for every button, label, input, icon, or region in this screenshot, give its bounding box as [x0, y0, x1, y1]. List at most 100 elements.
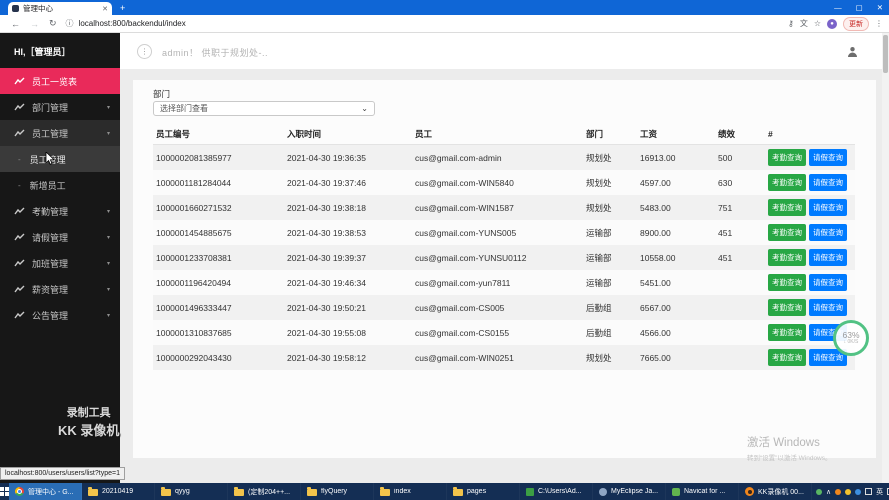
cell-salary: 4597.00 [640, 177, 671, 188]
taskbar-item-navicat[interactable]: Navicat for ... [666, 483, 739, 500]
refresh-icon[interactable]: ↻ [49, 18, 57, 29]
attendance-query-button[interactable]: 考勤查询 [768, 174, 806, 191]
sidebar-item-leave-mgmt[interactable]: 请假管理 ▾ [0, 224, 120, 250]
password-key-icon[interactable]: ⚷ [788, 19, 794, 28]
sidebar-item-dept-mgmt[interactable]: 部门管理 ▾ [0, 94, 120, 120]
department-select[interactable]: 选择部门查看 ⌄ [153, 101, 375, 116]
url-text: localhost:800/backendul/index [78, 19, 186, 28]
attendance-query-button[interactable]: 考勤查询 [768, 349, 806, 366]
taskbar-item-editor-users[interactable]: C:\Users\Ad... [520, 483, 593, 500]
taskbar-item-label: 20210419 [102, 488, 134, 495]
taskbar-item-folder-index[interactable]: index [374, 483, 447, 500]
chevron-down-icon: ▾ [106, 234, 110, 241]
translate-icon[interactable]: 文 [800, 18, 808, 29]
minimize-button[interactable]: — [834, 3, 842, 12]
chrome-update-button[interactable]: 更新 [843, 16, 869, 31]
cell-time: 2021-04-30 19:58:12 [287, 352, 366, 363]
attendance-query-button[interactable]: 考勤查询 [768, 199, 806, 216]
tab-close-icon[interactable]: ✕ [102, 5, 108, 13]
scrollbar-track[interactable] [882, 33, 889, 483]
cell-employee: cus@gmail.com-WIN0251 [415, 352, 514, 363]
cell-employee: cus@gmail.com-admin [415, 152, 502, 163]
language-indicator[interactable]: 英 [876, 487, 883, 497]
user-person-icon[interactable] [847, 44, 858, 62]
taskbar-item-chrome[interactable]: 管理中心 - G... [9, 483, 82, 500]
taskbar-item-myeclipse[interactable]: MyEclipse Ja... [593, 483, 666, 500]
sidebar-item-overtime-mgmt[interactable]: 加班管理 ▾ [0, 250, 120, 276]
line-chart-icon [14, 285, 25, 294]
sidebar-item-notice-mgmt[interactable]: 公告管理 ▾ [0, 302, 120, 328]
attendance-query-button[interactable]: 考勤查询 [768, 249, 806, 266]
back-icon[interactable]: ← [11, 19, 20, 29]
column-header: 员工 [412, 124, 583, 145]
attendance-query-button[interactable]: 考勤查询 [768, 299, 806, 316]
employee-table: 员工编号 入职时间 员工 部门 工资 绩效 # 1000002081385977 2021-0… [153, 124, 855, 370]
tray-chevron-up-icon[interactable]: ∧ [826, 488, 831, 496]
url-bar[interactable]: ⓘ localhost:800/backendul/index [66, 18, 788, 29]
download-speed-badge[interactable]: 63% ↓ 0K/S [833, 320, 869, 356]
battery-icon[interactable] [816, 488, 822, 495]
leave-query-button[interactable]: 请假查询 [809, 224, 847, 241]
chrome-menu-icon[interactable]: ⋮ [875, 19, 883, 28]
sidebar-item-employee-list[interactable]: 员工一览表 [0, 68, 120, 94]
attendance-query-button[interactable]: 考勤查询 [768, 224, 806, 241]
cell-employee: cus@gmail.com-CS0155 [415, 327, 510, 338]
taskbar-item-folder-flyquery[interactable]: flyQuery [301, 483, 374, 500]
chevron-down-icon: ▾ [106, 260, 110, 267]
kk-tray-icon[interactable] [835, 488, 842, 495]
line-chart-icon [14, 77, 25, 86]
sidebar-item-label: 请假管理 [32, 232, 69, 243]
profile-avatar[interactable]: ● [827, 18, 837, 29]
forward-icon: → [30, 18, 39, 29]
table-row: 1000002081385977 2021-04-30 19:36:35 cus@g… [153, 144, 855, 170]
column-header: 入职时间 [284, 124, 412, 145]
leave-query-button[interactable]: 请假查询 [809, 199, 847, 216]
leave-query-button[interactable]: 请假查询 [809, 299, 847, 316]
cell-dept: 规划处 [586, 352, 612, 363]
scrollbar-thumb[interactable] [883, 35, 888, 73]
table-row: 1000001233708381 2021-04-30 19:39:37 cus@g… [153, 245, 855, 270]
employee-table-body: 1000002081385977 2021-04-30 19:36:35 cus@g… [153, 144, 855, 370]
leave-query-button[interactable]: 请假查询 [809, 274, 847, 291]
activate-windows-watermark: 激活 Windows 转到“设置”以激活 Windows。 [747, 434, 832, 462]
sidebar-item-employee-mgmt-sub[interactable]: -员工管理 [0, 146, 120, 172]
sidebar-item-salary-mgmt[interactable]: 薪资管理 ▾ [0, 276, 120, 302]
taskbar-item-folder-pages[interactable]: pages [447, 483, 520, 500]
cell-time: 2021-04-30 19:38:18 [287, 202, 366, 213]
new-tab-button[interactable]: + [120, 3, 125, 13]
attendance-query-button[interactable]: 考勤查询 [768, 274, 806, 291]
cell-time: 2021-04-30 19:46:34 [287, 277, 366, 288]
cell-id: 1000001660271532 [156, 202, 232, 213]
taskbar-item-label: qyyg [175, 488, 190, 495]
screen: 管理中心 ✕ + — ▢ ✕ ← → ↻ ⓘ localhost:800/bac… [0, 0, 889, 500]
chevron-down-icon: ▾ [106, 104, 110, 111]
taskbar-item-label: C:\Users\Ad... [538, 488, 582, 495]
myeclipse-icon [599, 487, 607, 496]
bookmark-star-icon[interactable]: ☆ [814, 19, 821, 28]
sidebar-item-add-employee[interactable]: - 新增员工 [0, 172, 120, 198]
cell-employee: cus@gmail.com-YUNSU0112 [415, 252, 527, 263]
attendance-query-button[interactable]: 考勤查询 [768, 149, 806, 166]
sidebar-item-employee-mgmt[interactable]: 员工管理 ▾ [0, 120, 120, 146]
cell-id: 1000001496333447 [156, 302, 232, 313]
sidebar-item-label: 加班管理 [32, 258, 69, 269]
header-menu-dots-icon[interactable]: ⋮ [137, 44, 152, 59]
leave-query-button[interactable]: 请假查询 [809, 149, 847, 166]
browser-tab[interactable]: 管理中心 ✕ [8, 2, 112, 15]
cell-id: 1000000292043430 [156, 352, 232, 363]
site-info-icon[interactable]: ⓘ [66, 18, 74, 29]
warning-tray-icon[interactable] [845, 488, 852, 495]
network-icon[interactable] [865, 488, 873, 495]
leave-query-button[interactable]: 请假查询 [809, 174, 847, 191]
start-button[interactable] [0, 483, 9, 500]
sidebar-item-attendance-mgmt[interactable]: 考勤管理 ▾ [0, 198, 120, 224]
attendance-query-button[interactable]: 考勤查询 [768, 324, 806, 341]
taskbar-item-folder-20210419[interactable]: 20210419 [82, 483, 155, 500]
browser-tray-icon[interactable] [855, 488, 862, 495]
leave-query-button[interactable]: 请假查询 [809, 249, 847, 266]
maximize-button[interactable]: ▢ [856, 3, 863, 12]
close-button[interactable]: ✕ [877, 3, 883, 12]
taskbar-item-folder-dingzhi[interactable]: (定制204++... [228, 483, 301, 500]
taskbar-item-folder-qyyg[interactable]: qyyg [155, 483, 228, 500]
taskbar-item-kk-recorder[interactable]: KK录像机 00... [739, 483, 812, 500]
